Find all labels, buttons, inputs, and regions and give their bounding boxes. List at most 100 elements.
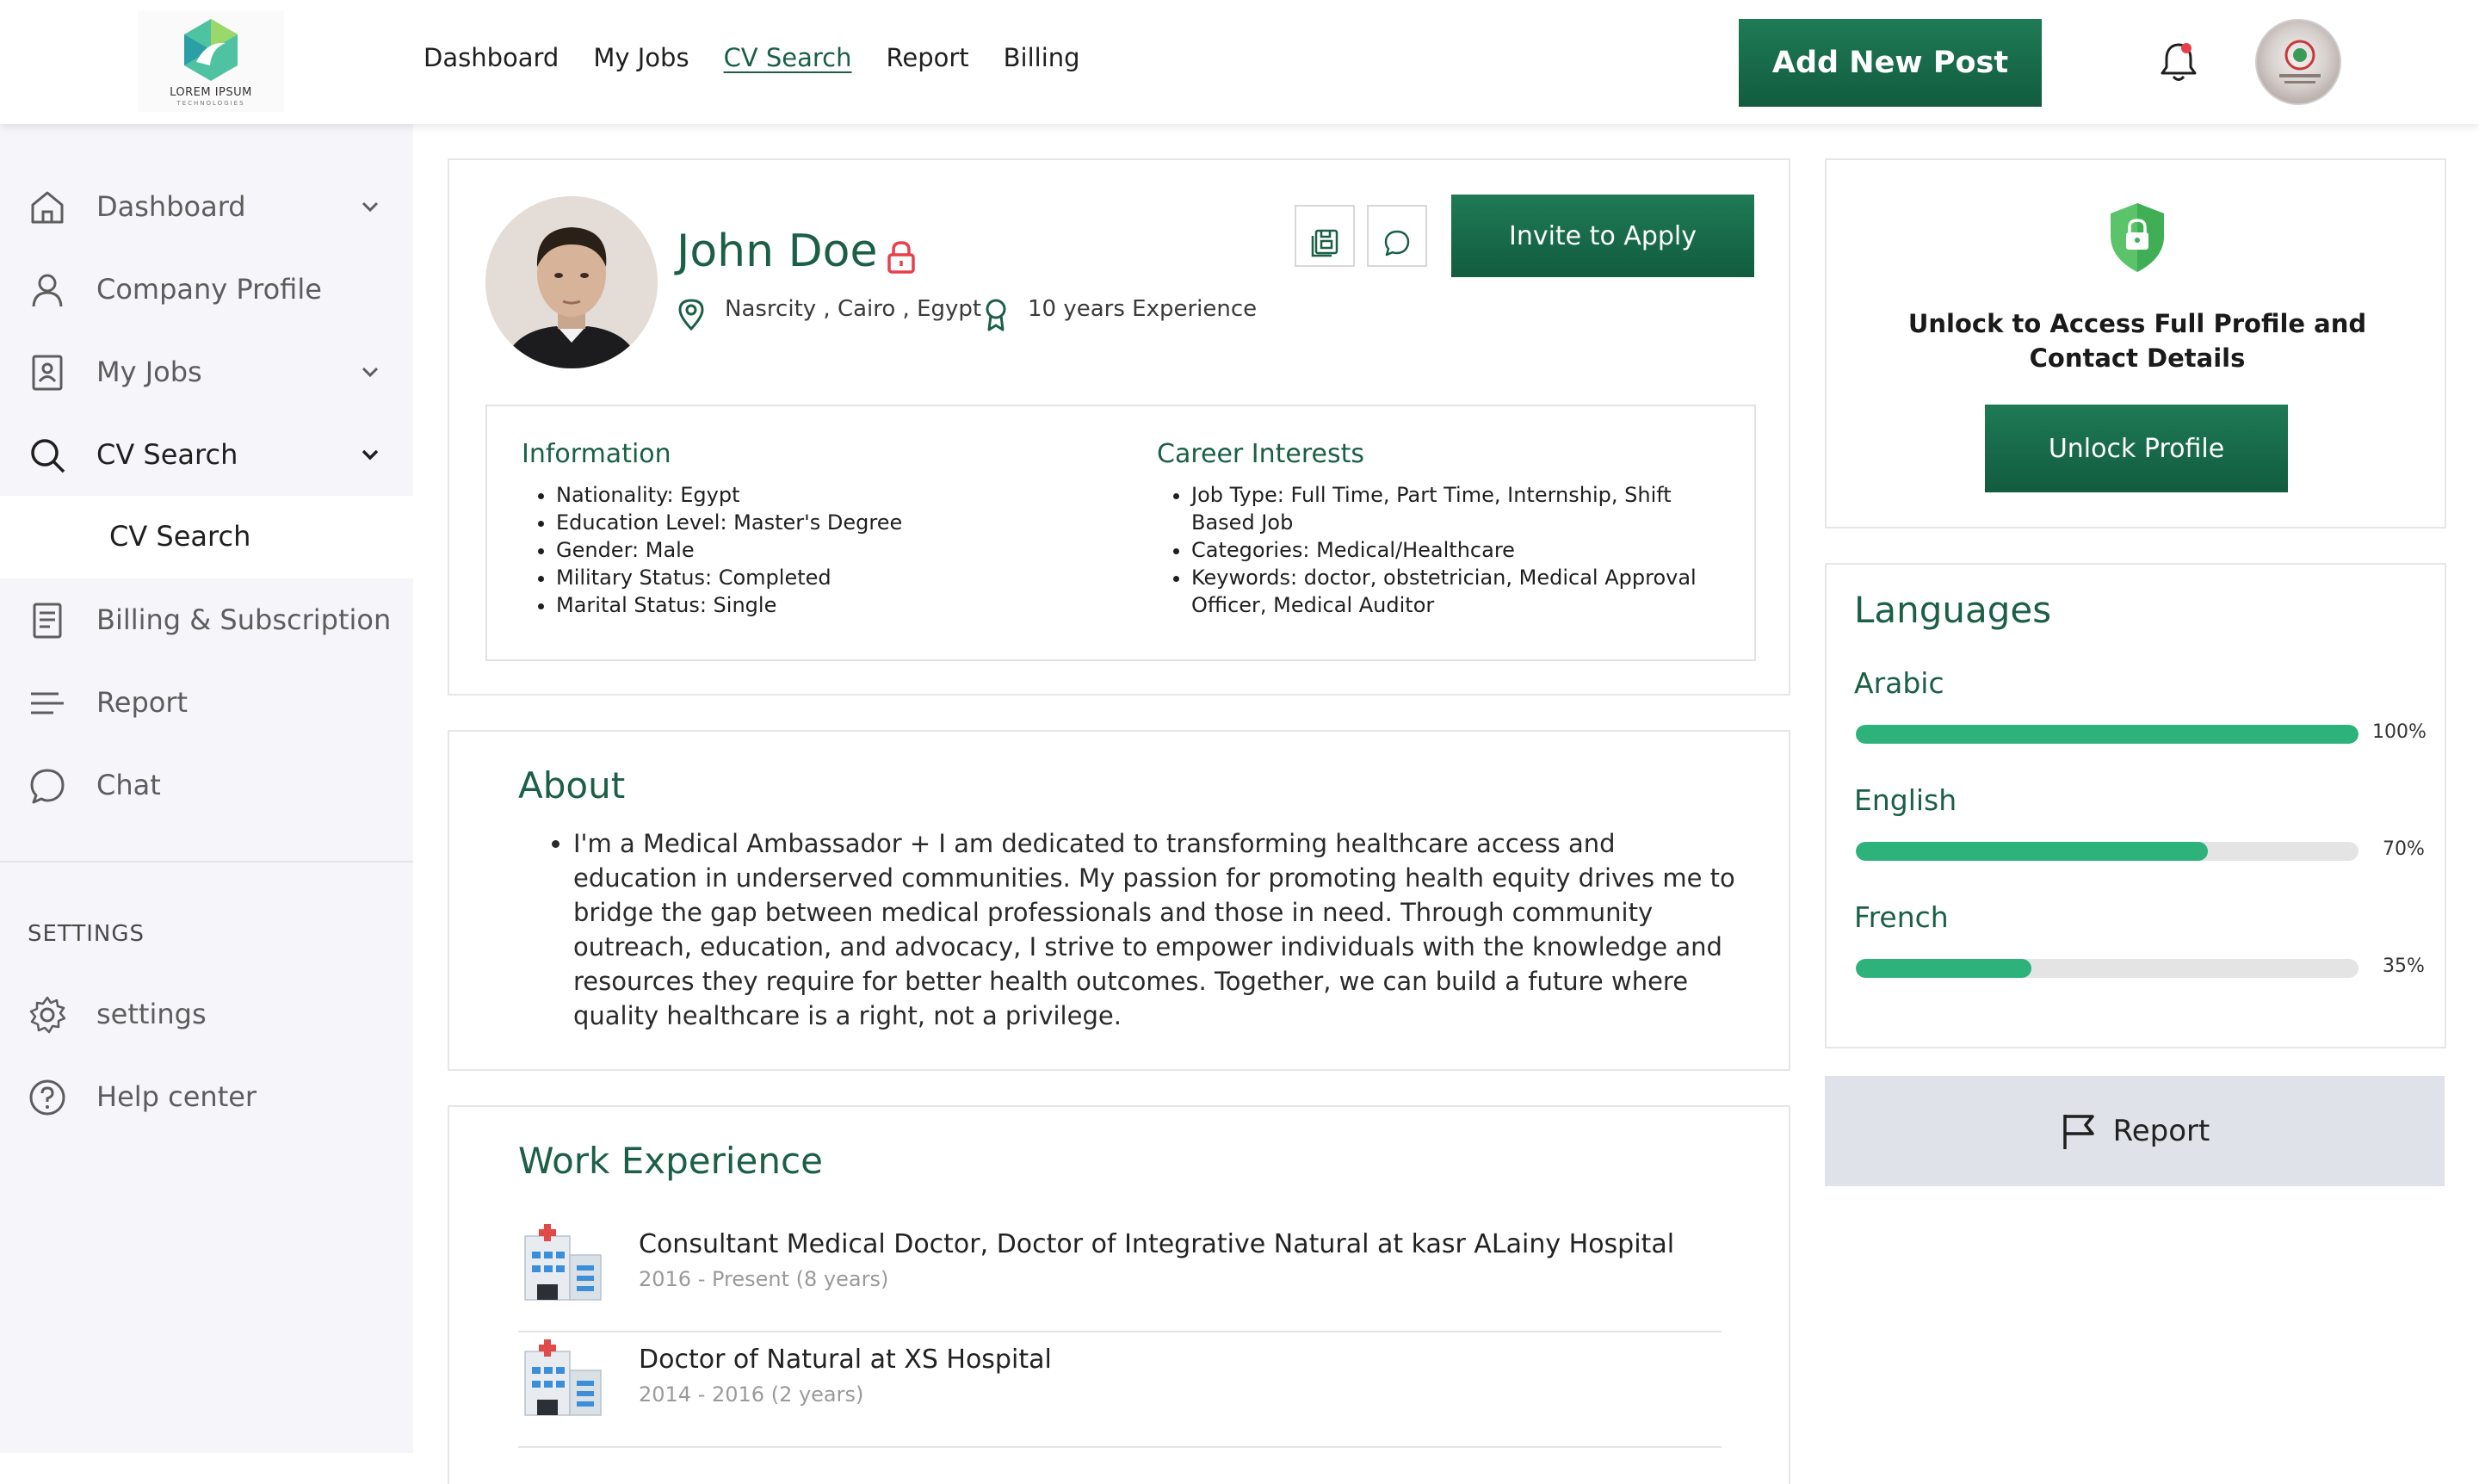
- settings-heading: SETTINGS: [28, 921, 145, 947]
- list-item: Marital Status: Single: [556, 591, 1107, 619]
- document-icon: [33, 603, 62, 639]
- report-profile-button[interactable]: Report: [1825, 1076, 2445, 1186]
- add-new-post-button[interactable]: Add New Post: [1739, 19, 2042, 107]
- sidebar-item-label: Help center: [96, 1080, 257, 1113]
- language-progress-fill: [1856, 959, 2032, 978]
- notification-dot: [2181, 43, 2192, 53]
- unlock-message-line: Contact Details: [2029, 343, 2246, 373]
- language-name: French: [1854, 900, 1949, 934]
- candidate-name: John Doe: [677, 226, 878, 277]
- list-item: Categories: Medical/Healthcare: [1191, 536, 1708, 564]
- language-name: English: [1854, 783, 1957, 817]
- topnav-report[interactable]: Report: [887, 43, 969, 72]
- gear-icon: [29, 996, 66, 1034]
- work-experience-item[interactable]: Doctor of Natural at XS Hospital 2014 - …: [518, 1333, 1722, 1448]
- topnav-dashboard[interactable]: Dashboard: [423, 43, 559, 72]
- message-button[interactable]: [1367, 205, 1427, 267]
- about-list: I'm a Medical Ambassador + I am dedicate…: [518, 826, 1740, 1033]
- chevron-down-icon[interactable]: [358, 360, 382, 384]
- sidebar-subitem-label: CV Search: [109, 520, 251, 553]
- user-icon: [32, 274, 63, 307]
- list-item: Education Level: Master's Degree: [556, 509, 1107, 536]
- sidebar-item-cv-search[interactable]: CV Search: [0, 413, 413, 496]
- information-heading: Information: [522, 439, 671, 469]
- sidebar-item-label: My Jobs: [96, 356, 202, 388]
- menu-lines-icon: [31, 692, 64, 714]
- language-progress-track: [1856, 725, 2358, 744]
- list-item: Gender: Male: [556, 536, 1107, 564]
- sidebar-item-report[interactable]: Report: [0, 661, 413, 744]
- language-progress-track: [1856, 842, 2358, 861]
- topnav-billing[interactable]: Billing: [1004, 43, 1080, 72]
- sidebar-item-my-jobs[interactable]: My Jobs: [0, 331, 413, 413]
- about-card: About I'm a Medical Ambassador + I am de…: [448, 730, 1790, 1071]
- language-progress-track: [1856, 959, 2358, 978]
- notification-bell-icon[interactable]: [2157, 40, 2200, 84]
- work-experience-card: Work Experience Consultant Medical Docto…: [448, 1105, 1790, 1484]
- flag-icon: [2062, 1115, 2094, 1149]
- about-text: I'm a Medical Ambassador + I am dedicate…: [573, 826, 1740, 1033]
- avatar-emblem-icon: [2279, 40, 2321, 83]
- sidebar-subitem-cv-search[interactable]: CV Search: [0, 496, 413, 578]
- sidebar-item-company-profile[interactable]: Company Profile: [0, 248, 413, 331]
- company-logo[interactable]: LOREM IPSUM TECHNOLOGIES: [138, 10, 284, 112]
- award-ribbon-icon: [986, 299, 1006, 331]
- candidate-location: Nasrcity , Cairo , Egypt: [725, 296, 982, 322]
- sidebar: Dashboard Company Profile My Jobs CV Sea…: [0, 124, 413, 1453]
- sidebar-item-settings[interactable]: settings: [0, 973, 413, 1055]
- logo-mark-icon: [184, 19, 238, 81]
- job-title: Doctor of Natural at XS Hospital: [639, 1345, 1052, 1375]
- unlock-message-line: Unlock to Access Full Profile and: [1907, 309, 2367, 338]
- job-title: Consultant Medical Doctor, Doctor of Int…: [639, 1229, 1675, 1259]
- sidebar-item-dashboard[interactable]: Dashboard: [0, 165, 413, 248]
- profile-photo: [485, 196, 658, 368]
- list-item: Keywords: doctor, obstetrician, Medical …: [1191, 564, 1708, 619]
- save-profile-button[interactable]: [1295, 205, 1355, 267]
- unlock-message: Unlock to Access Full Profile and Contac…: [1827, 306, 2448, 375]
- sidebar-item-billing[interactable]: Billing & Subscription: [0, 578, 413, 661]
- profile-card: John Doe Nasrcity , Cairo , Egypt 10 yea…: [448, 158, 1790, 696]
- sidebar-item-label: Billing & Subscription: [96, 603, 392, 636]
- language-progress-fill: [1856, 842, 2208, 861]
- top-bar: LOREM IPSUM TECHNOLOGIES Dashboard My Jo…: [0, 0, 2479, 124]
- language-name: Arabic: [1854, 666, 1944, 700]
- candidate-experience: 10 years Experience: [1028, 296, 1258, 322]
- language-progress-fill: [1856, 725, 2358, 744]
- sidebar-item-help-center[interactable]: Help center: [0, 1055, 413, 1138]
- topnav-cv-search[interactable]: CV Search: [724, 43, 852, 72]
- about-heading: About: [518, 764, 626, 807]
- user-avatar[interactable]: [2255, 19, 2341, 105]
- language-percent: 100%: [2372, 721, 2426, 743]
- hospital-icon: [524, 1339, 602, 1416]
- report-label: Report: [2112, 1114, 2210, 1148]
- language-percent: 35%: [2383, 955, 2425, 977]
- chevron-down-icon[interactable]: [358, 442, 382, 467]
- sidebar-item-label: Chat: [96, 769, 161, 801]
- list-item: Military Status: Completed: [556, 564, 1107, 591]
- languages-card: Languages Arabic 100% English 70% French…: [1825, 563, 2446, 1048]
- sidebar-divider: [0, 861, 413, 863]
- location-pin-icon: [678, 299, 704, 331]
- job-dates: 2014 - 2016 (2 years): [639, 1382, 864, 1407]
- logo-subtext: TECHNOLOGIES: [176, 100, 245, 107]
- sidebar-item-label: Report: [96, 686, 189, 719]
- sidebar-item-chat[interactable]: Chat: [0, 744, 413, 826]
- languages-heading: Languages: [1854, 589, 2052, 631]
- sidebar-item-label: Company Profile: [96, 273, 322, 306]
- id-card-icon: [32, 355, 63, 391]
- unlock-card: Unlock to Access Full Profile and Contac…: [1825, 158, 2446, 529]
- sidebar-item-label: Dashboard: [96, 190, 246, 223]
- invite-to-apply-button[interactable]: Invite to Apply: [1451, 195, 1754, 277]
- sidebar-item-label: CV Search: [96, 438, 238, 471]
- chat-icon: [30, 769, 65, 804]
- save-icon: [1311, 229, 1338, 257]
- lock-icon: [887, 241, 915, 274]
- list-item: Job Type: Full Time, Part Time, Internsh…: [1191, 481, 1708, 536]
- work-experience-item[interactable]: Consultant Medical Doctor, Doctor of Int…: [518, 1217, 1722, 1333]
- topnav-my-jobs[interactable]: My Jobs: [593, 43, 689, 72]
- language-percent: 70%: [2383, 838, 2425, 860]
- unlock-profile-button[interactable]: Unlock Profile: [1985, 405, 2288, 492]
- top-navigation: Dashboard My Jobs CV Search Report Billi…: [423, 43, 1080, 72]
- chevron-down-icon[interactable]: [358, 195, 382, 219]
- logo-text: LOREM IPSUM: [170, 86, 252, 99]
